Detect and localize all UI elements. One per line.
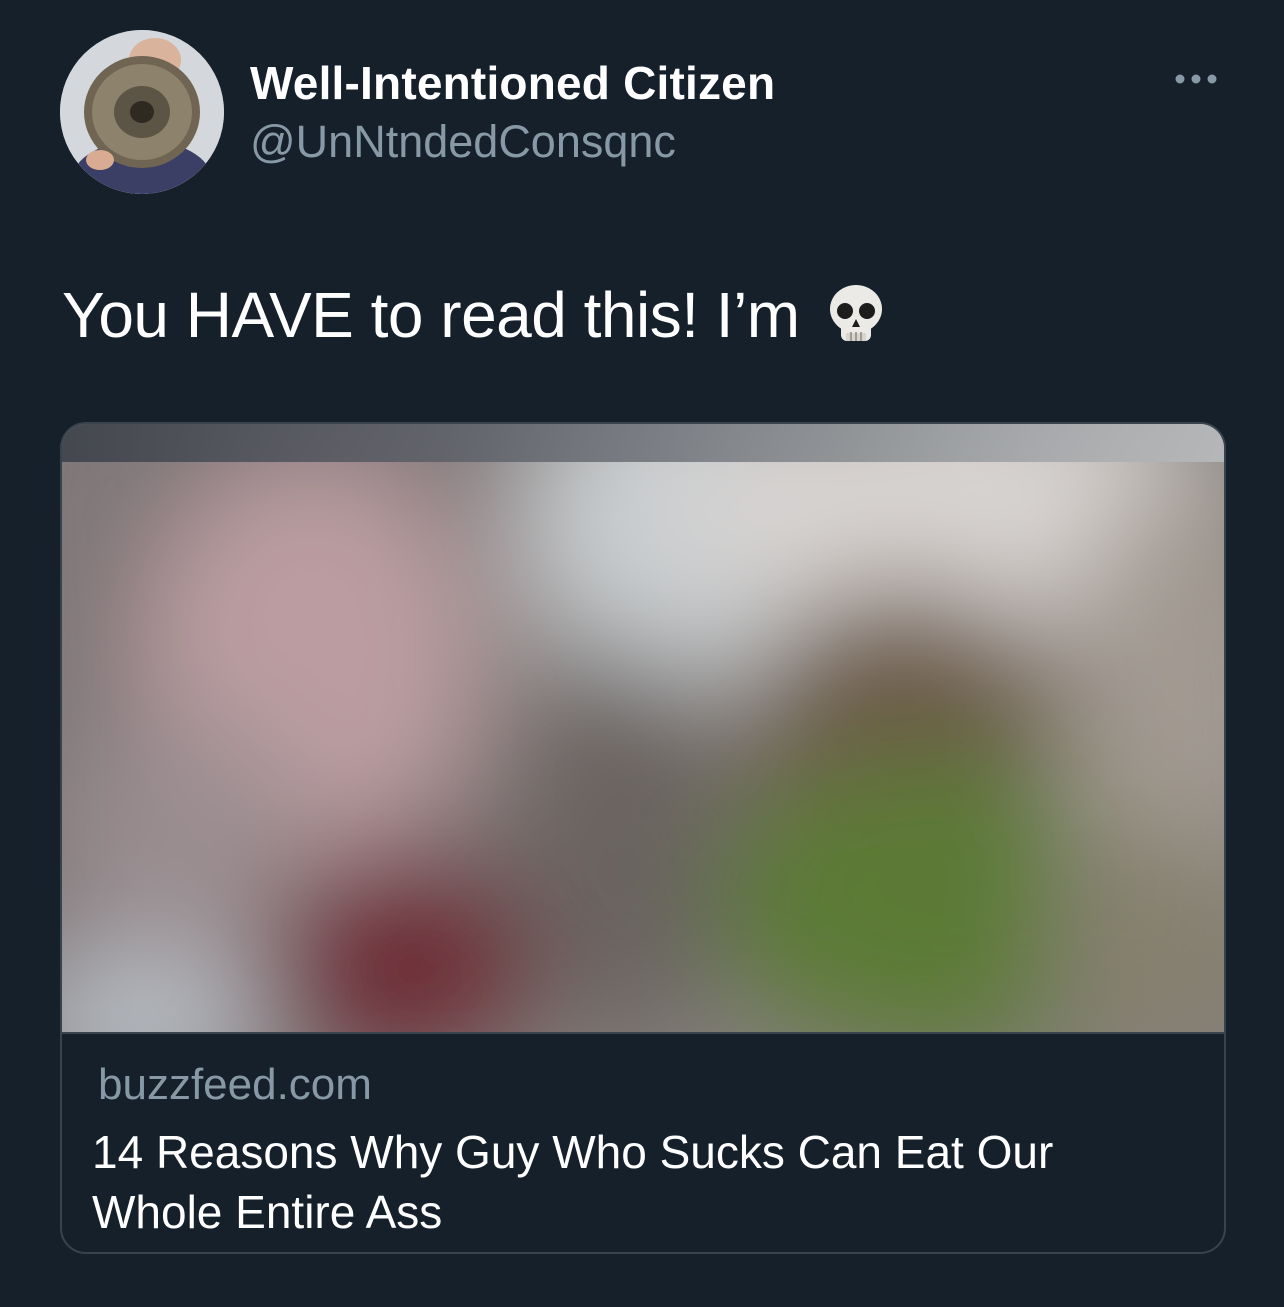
card-domain: buzzfeed.com [98,1060,372,1109]
link-preview-card[interactable]: buzzfeed.com 14 Reasons Why Guy Who Suck… [60,422,1226,1254]
display-name[interactable]: Well-Intentioned Citizen [250,56,775,110]
user-handle[interactable]: @UnNtndedConsqnc [250,116,676,168]
tweet-text: You HAVE to read this! I’m [62,278,884,352]
tweet-text-content: You HAVE to read this! I’m [62,279,800,351]
avatar-image [60,30,224,194]
avatar[interactable] [60,30,224,194]
card-title: 14 Reasons Why Guy Who Sucks Can Eat Our… [92,1126,1054,1238]
skull-icon [828,283,884,347]
more-options-icon[interactable] [1170,62,1222,96]
card-divider [62,1032,1224,1034]
link-preview-image [62,424,1224,1032]
